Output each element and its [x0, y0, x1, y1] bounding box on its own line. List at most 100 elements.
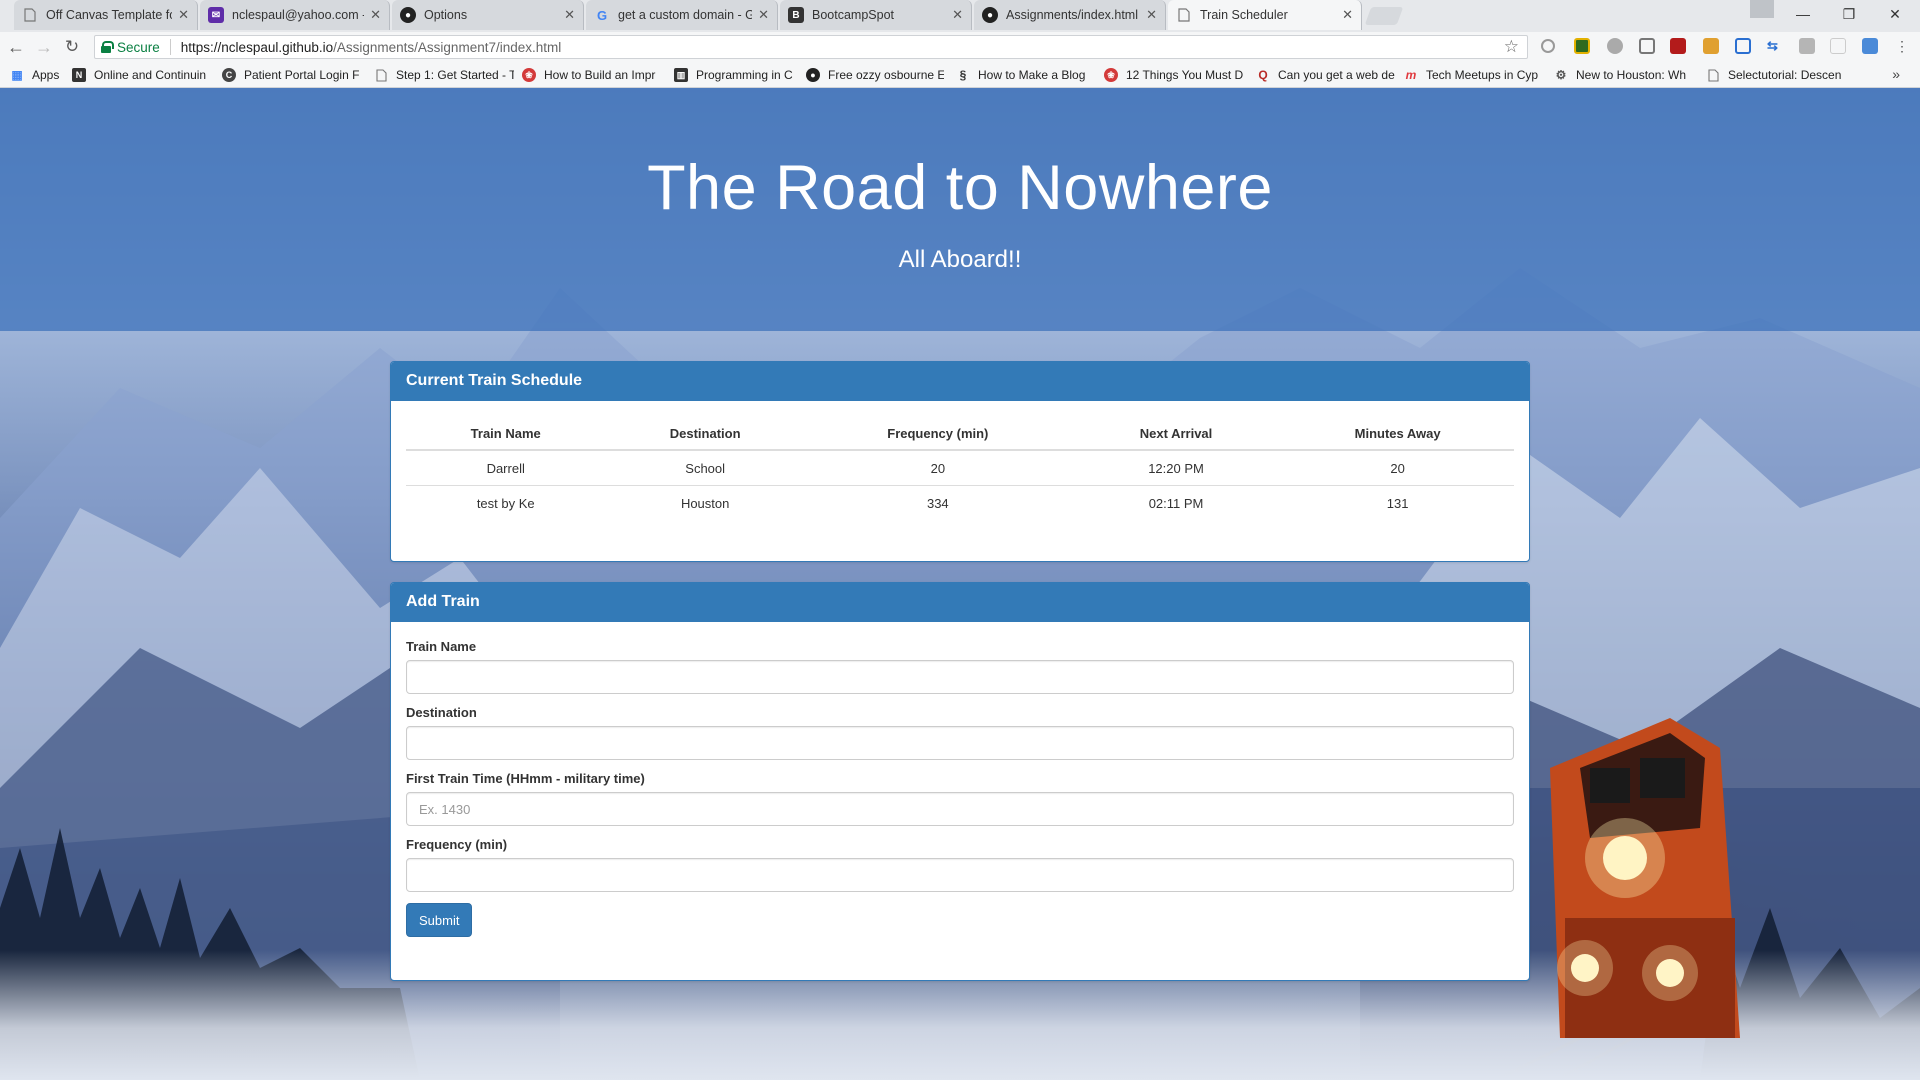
- browser-tab-options[interactable]: ● Options ✕: [392, 0, 584, 30]
- form-group-destination: Destination: [406, 705, 1514, 760]
- extension-icon[interactable]: [1830, 38, 1846, 54]
- extension-icon[interactable]: [1541, 39, 1555, 53]
- train-schedule-table: Train Name Destination Frequency (min) N…: [406, 416, 1514, 520]
- extension-icon[interactable]: [1639, 38, 1655, 54]
- menu-icon[interactable]: ⋮: [1894, 38, 1910, 54]
- first-train-time-label: First Train Time (HHmm - military time): [406, 771, 645, 786]
- browser-tab-yahoo-mail[interactable]: ✉ nclespaul@yahoo.com - ✕: [200, 0, 390, 30]
- lock-icon: [101, 41, 114, 53]
- bookmark-item[interactable]: ● Free ozzy osbourne E: [806, 66, 944, 84]
- bookmark-item[interactable]: Step 1: Get Started - T: [374, 66, 514, 84]
- form-group-first-train-time: First Train Time (HHmm - military time): [406, 771, 1514, 826]
- bookmark-item[interactable]: ❀ 12 Things You Must D: [1104, 66, 1244, 84]
- mail-icon: ✉: [208, 7, 224, 23]
- bookmark-item[interactable]: ❀ How to Build an Impr: [522, 66, 662, 84]
- schedule-panel-body: Train Name Destination Frequency (min) N…: [391, 401, 1529, 535]
- train-name-label: Train Name: [406, 639, 477, 654]
- tab-label: Options: [424, 8, 468, 22]
- frequency-label: Frequency (min): [406, 837, 508, 852]
- bookmark-item[interactable]: m Tech Meetups in Cyp: [1404, 66, 1544, 84]
- profile-icon[interactable]: [1750, 0, 1774, 18]
- train-image: [1550, 718, 1740, 1038]
- extension-icon[interactable]: ⇆: [1767, 38, 1783, 54]
- extension-icon[interactable]: [1735, 38, 1751, 54]
- close-icon[interactable]: ✕: [758, 7, 769, 23]
- bookmark-favicon-icon: N: [72, 68, 86, 82]
- browser-tab-bootcampspot[interactable]: B BootcampSpot ✕: [780, 0, 972, 30]
- bookmark-item[interactable]: ▥ Programming in C: [674, 66, 800, 84]
- bookmark-favicon-icon: §: [959, 68, 967, 82]
- column-header-next-arrival: Next Arrival: [1070, 416, 1282, 451]
- column-header-destination: Destination: [605, 416, 805, 451]
- bookmark-item[interactable]: C Patient Portal Login F: [222, 66, 362, 84]
- extension-icon[interactable]: [1607, 38, 1623, 54]
- bookmark-star-icon[interactable]: ☆: [1504, 37, 1519, 57]
- forward-icon[interactable]: →: [32, 35, 56, 59]
- extension-icon[interactable]: [1799, 38, 1815, 54]
- secure-label: Secure: [117, 39, 160, 55]
- url-text[interactable]: https://nclespaul.github.io/Assignments/…: [181, 40, 561, 55]
- bookmark-favicon-icon: ●: [806, 68, 820, 82]
- browser-tab-off-canvas[interactable]: Off Canvas Template for ✕: [14, 0, 198, 30]
- destination-label: Destination: [406, 705, 477, 720]
- close-icon[interactable]: ✕: [1146, 7, 1157, 23]
- schedule-panel: Current Train Schedule Train Name Destin…: [390, 361, 1530, 562]
- cell-frequency: 334: [804, 485, 1071, 520]
- extension-icon[interactable]: [1862, 38, 1878, 54]
- cell-train-name: Darrell: [486, 461, 525, 476]
- cell-destination: School: [685, 461, 726, 476]
- more-bookmarks-icon[interactable]: »: [1892, 66, 1900, 82]
- browser-tab-custom-domain[interactable]: G get a custom domain - G ✕: [586, 0, 778, 30]
- add-train-panel-heading: Add Train: [391, 583, 1529, 622]
- add-train-panel: Add Train Train Name Destination First T…: [390, 582, 1530, 981]
- close-icon[interactable]: ✕: [178, 7, 189, 23]
- cell-train-name: test by Ke: [406, 485, 606, 520]
- browser-toolbar: ← → ↻ Secure https://nclespaul.github.io…: [0, 32, 1920, 62]
- bookmarks-bar: ▦ Apps N Online and Continuin C Patient …: [0, 62, 1920, 88]
- tab-label: Train Scheduler: [1200, 8, 1288, 22]
- bookmark-favicon-icon: ❀: [1104, 68, 1118, 82]
- cell-destination: Houston: [605, 485, 805, 520]
- browser-tab-train-scheduler[interactable]: Train Scheduler ✕: [1168, 0, 1362, 30]
- pdf-extension-icon[interactable]: [1670, 38, 1686, 54]
- page-title: The Road to Nowhere: [647, 153, 1273, 223]
- browser-tab-strip: Off Canvas Template for ✕ ✉ nclespaul@ya…: [0, 0, 1920, 32]
- destination-input[interactable]: [406, 726, 1514, 760]
- page-icon: [22, 7, 38, 23]
- minimize-icon[interactable]: —: [1780, 0, 1826, 28]
- first-train-time-input[interactable]: [406, 792, 1514, 826]
- extension-icon[interactable]: [1703, 38, 1719, 54]
- close-window-icon[interactable]: ✕: [1872, 0, 1918, 28]
- cell-next-arrival: 12:20 PM: [1148, 461, 1204, 476]
- tab-label: Assignments/index.html: [1006, 8, 1139, 22]
- close-icon[interactable]: ✕: [564, 7, 575, 23]
- jumbotron-header: The Road to Nowhere All Aboard!!: [0, 88, 1920, 331]
- frequency-input[interactable]: [406, 858, 1514, 892]
- bookmark-item[interactable]: § How to Make a Blog: [956, 66, 1090, 84]
- bookmark-item[interactable]: N Online and Continuin: [72, 66, 210, 84]
- close-icon[interactable]: ✕: [952, 7, 963, 23]
- bookmark-item[interactable]: ⚙ New to Houston: Wh: [1554, 66, 1694, 84]
- restore-icon[interactable]: ❐: [1826, 0, 1872, 28]
- train-name-input[interactable]: [406, 660, 1514, 694]
- bookmark-item[interactable]: Q Can you get a web de: [1256, 66, 1396, 84]
- column-header-train-name: Train Name: [406, 416, 606, 451]
- bookmark-item[interactable]: Selectutorial: Descen: [1706, 66, 1846, 84]
- tab-label: nclespaul@yahoo.com -: [232, 8, 365, 22]
- browser-tab-assignments[interactable]: ● Assignments/index.html ✕: [974, 0, 1166, 30]
- table-row: Darrell School 20 12:20 PM 20: [406, 450, 1514, 486]
- cell-next-arrival: 02:11 PM: [1070, 485, 1282, 520]
- address-bar[interactable]: Secure https://nclespaul.github.io/Assig…: [94, 35, 1528, 59]
- bookmark-apps[interactable]: ▦ Apps: [10, 66, 70, 84]
- tab-label: Off Canvas Template for: [46, 8, 173, 22]
- new-tab-button[interactable]: [1364, 7, 1404, 25]
- submit-button[interactable]: Submit: [406, 903, 473, 937]
- github-icon: ●: [982, 7, 998, 23]
- extension-icon[interactable]: [1574, 38, 1590, 54]
- reload-icon[interactable]: ↻: [60, 35, 84, 59]
- back-icon[interactable]: ←: [4, 35, 28, 59]
- bookmark-favicon-icon: Q: [1258, 68, 1268, 82]
- bootcamp-icon: B: [788, 7, 804, 23]
- close-icon[interactable]: ✕: [370, 7, 381, 23]
- close-icon[interactable]: ✕: [1342, 7, 1353, 23]
